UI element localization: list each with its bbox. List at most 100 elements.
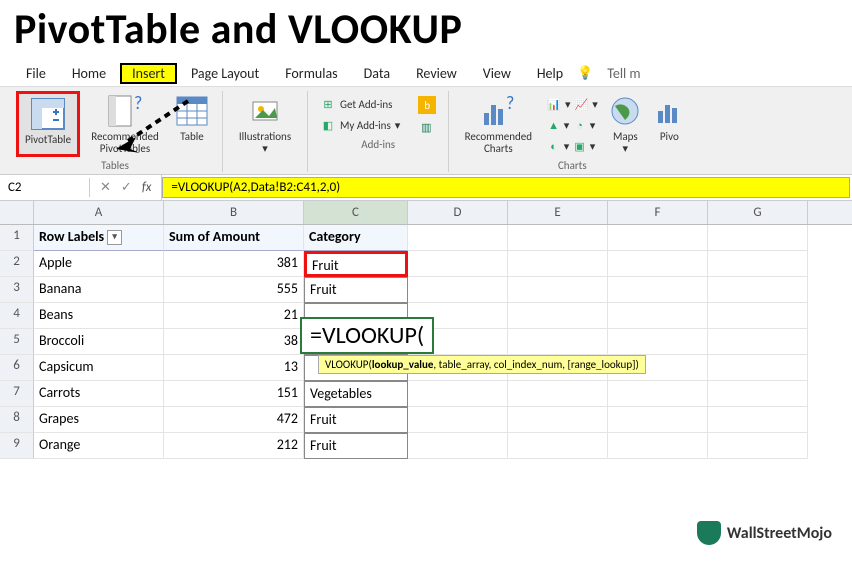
- tab-pagelayout[interactable]: Page Layout: [179, 63, 271, 84]
- illustrations-button[interactable]: Illustrations▾: [231, 91, 299, 157]
- group-tables: Tables: [101, 157, 129, 172]
- illustrations-icon: [247, 93, 283, 129]
- cell-A9[interactable]: Orange: [34, 433, 164, 459]
- col-F[interactable]: F: [608, 201, 708, 224]
- tab-insert[interactable]: Insert: [120, 63, 177, 84]
- cell-A8[interactable]: Grapes: [34, 407, 164, 433]
- cell-B2[interactable]: 381: [164, 251, 304, 277]
- page-title: PivotTable and VLOOKUP: [0, 0, 852, 61]
- cell-C8[interactable]: Fruit: [304, 407, 408, 433]
- cell-B7[interactable]: 151: [164, 381, 304, 407]
- pie-chart-icon: ◐: [547, 138, 559, 154]
- logo-icon: [697, 521, 721, 545]
- row-6[interactable]: 6: [0, 355, 34, 381]
- col-C[interactable]: C: [304, 201, 408, 224]
- tab-data[interactable]: Data: [352, 63, 402, 84]
- row-7[interactable]: 7: [0, 381, 34, 407]
- col-G[interactable]: G: [708, 201, 808, 224]
- tellme-icon: 💡: [577, 66, 593, 81]
- pivottable-button[interactable]: PivotTable: [16, 91, 80, 157]
- people-icon: ▥: [418, 119, 434, 135]
- pivottable-icon: [30, 96, 66, 132]
- cell-A1[interactable]: Row Labels▾: [34, 225, 164, 251]
- col-D[interactable]: D: [408, 201, 508, 224]
- row-8[interactable]: 8: [0, 407, 34, 433]
- tab-file[interactable]: File: [14, 63, 58, 84]
- pivotchart-button[interactable]: Pivo: [651, 91, 687, 157]
- row-5[interactable]: 5: [0, 329, 34, 355]
- col-E[interactable]: E: [508, 201, 608, 224]
- cell-C9[interactable]: Fruit: [304, 433, 408, 459]
- tab-help[interactable]: Help: [525, 63, 575, 84]
- chart-type-1[interactable]: 📊▾ 📈▾: [543, 95, 599, 113]
- cell-C3[interactable]: Fruit: [304, 277, 408, 303]
- cell-B3[interactable]: 555: [164, 277, 304, 303]
- my-addins-button[interactable]: ◧My Add-ins ▾: [316, 116, 404, 134]
- row-1[interactable]: 1: [0, 225, 34, 251]
- row-4[interactable]: 4: [0, 303, 34, 329]
- table-icon: [174, 93, 210, 129]
- tellme[interactable]: Tell m: [595, 63, 652, 84]
- recommended-charts-icon: ?: [480, 93, 516, 129]
- cell-B4[interactable]: 21: [164, 303, 304, 329]
- name-box[interactable]: C2: [0, 178, 90, 197]
- addins-icon: ◧: [320, 117, 336, 133]
- store-icon: ⊞: [320, 96, 336, 112]
- bing-button[interactable]: b: [414, 95, 440, 115]
- bing-icon: b: [418, 96, 436, 114]
- formula-input[interactable]: =VLOOKUP(A2,Data!B2:C41,2,0): [162, 177, 850, 198]
- get-addins-button[interactable]: ⊞Get Add-ins: [316, 95, 404, 113]
- cell-B9[interactable]: 212: [164, 433, 304, 459]
- cell-B8[interactable]: 472: [164, 407, 304, 433]
- pivotchart-icon: [651, 93, 687, 129]
- stock-chart-icon: ◔: [573, 117, 585, 133]
- tab-formulas[interactable]: Formulas: [273, 63, 349, 84]
- recommended-charts-button[interactable]: ? Recommended Charts: [457, 91, 539, 157]
- tab-review[interactable]: Review: [404, 63, 469, 84]
- combo-chart-icon: ▣: [573, 138, 585, 154]
- cancel-formula-icon[interactable]: ✕: [100, 180, 111, 195]
- cell-A2[interactable]: Apple: [34, 251, 164, 277]
- cell-B6[interactable]: 13: [164, 355, 304, 381]
- select-all[interactable]: [0, 201, 34, 224]
- maps-icon: [607, 93, 643, 129]
- cell-B5[interactable]: 38: [164, 329, 304, 355]
- area-chart-icon: ▲: [547, 117, 559, 133]
- cell-C7[interactable]: Vegetables: [304, 381, 408, 407]
- table-button[interactable]: Table: [170, 91, 214, 157]
- people-graph-button[interactable]: ▥: [414, 118, 440, 136]
- tab-home[interactable]: Home: [60, 63, 118, 84]
- group-addins: Add-ins: [361, 136, 395, 151]
- cell-A6[interactable]: Capsicum: [34, 355, 164, 381]
- worksheet: 1 Row Labels▾ Sum of Amount Category 2Ap…: [0, 225, 852, 459]
- chart-type-2[interactable]: ▲▾ ◔▾: [543, 116, 599, 134]
- chart-type-3[interactable]: ◐▾ ▣▾: [543, 137, 599, 155]
- floating-formula: =VLOOKUP(: [300, 317, 434, 354]
- recommended-pivot-button[interactable]: ? Recommended PivotTables: [84, 91, 166, 157]
- bar-chart-icon: 📊: [547, 96, 561, 112]
- cell-A3[interactable]: Banana: [34, 277, 164, 303]
- line-chart-icon: 📈: [575, 96, 589, 112]
- cell-A5[interactable]: Broccoli: [34, 329, 164, 355]
- cell-B1[interactable]: Sum of Amount: [164, 225, 304, 251]
- ribbon: PivotTable ? Recommended PivotTables Tab…: [0, 86, 852, 175]
- formula-bar: C2 ✕ ✓ fx =VLOOKUP(A2,Data!B2:C41,2,0): [0, 175, 852, 201]
- tab-view[interactable]: View: [471, 63, 523, 84]
- svg-text:?: ?: [506, 95, 514, 114]
- filter-icon[interactable]: ▾: [107, 230, 122, 245]
- cell-A7[interactable]: Carrots: [34, 381, 164, 407]
- row-9[interactable]: 9: [0, 433, 34, 459]
- watermark: WallStreetMojo: [697, 521, 832, 545]
- menu-bar: File Home Insert Page Layout Formulas Da…: [0, 61, 852, 86]
- cell-A4[interactable]: Beans: [34, 303, 164, 329]
- accept-formula-icon[interactable]: ✓: [121, 180, 132, 195]
- col-A[interactable]: A: [34, 201, 164, 224]
- cell-C1[interactable]: Category: [304, 225, 408, 251]
- fx-icon[interactable]: fx: [142, 180, 152, 195]
- col-B[interactable]: B: [164, 201, 304, 224]
- row-3[interactable]: 3: [0, 277, 34, 303]
- maps-button[interactable]: Maps▾: [603, 91, 647, 157]
- row-2[interactable]: 2: [0, 251, 34, 277]
- recommended-pivot-icon: ?: [107, 93, 143, 129]
- cell-C2[interactable]: Fruit: [304, 251, 408, 277]
